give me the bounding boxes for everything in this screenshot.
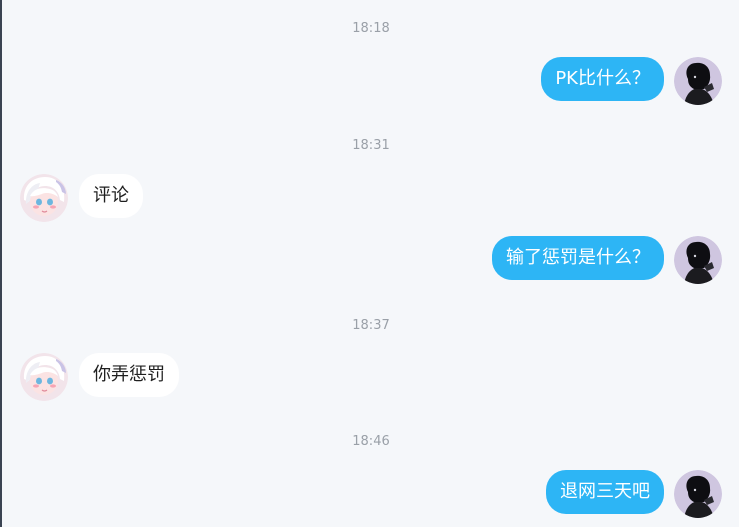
receiver-avatar[interactable] [20, 174, 68, 222]
outgoing-message-bubble[interactable]: PK比什么？ [541, 57, 664, 101]
incoming-message-bubble[interactable]: 你弄惩罚 [79, 353, 179, 397]
sender-avatar[interactable] [674, 470, 722, 518]
message-timestamp: 18:37 [352, 318, 390, 333]
message-timestamp: 18:46 [352, 434, 390, 449]
outgoing-message-bubble[interactable]: 输了惩罚是什么？ [492, 236, 664, 280]
message-timestamp: 18:18 [352, 21, 390, 36]
message-timestamp: 18:31 [352, 138, 390, 153]
sender-avatar[interactable] [674, 236, 722, 284]
incoming-message-bubble[interactable]: 评论 [79, 174, 143, 218]
sender-avatar[interactable] [674, 57, 722, 105]
receiver-avatar[interactable] [20, 353, 68, 401]
outgoing-message-bubble[interactable]: 退网三天吧 [546, 470, 664, 514]
